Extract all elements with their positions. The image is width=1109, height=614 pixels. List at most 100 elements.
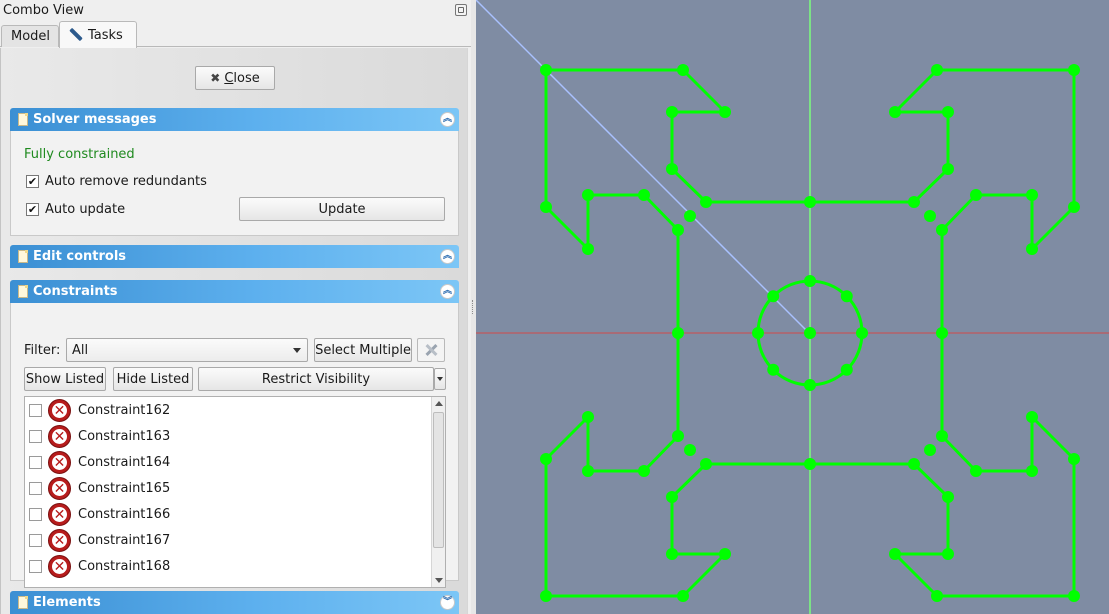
list-item[interactable]: ✕ Constraint162 xyxy=(25,398,429,424)
show-listed-button[interactable]: Show Listed xyxy=(24,367,106,391)
constraint-checkbox[interactable] xyxy=(29,404,42,417)
sketch-vertex[interactable] xyxy=(1026,465,1038,477)
restrict-visibility-button[interactable]: Restrict Visibility xyxy=(198,367,434,391)
sketch-vertex[interactable] xyxy=(677,64,689,76)
sketch-vertex[interactable] xyxy=(1026,411,1038,423)
sketch-vertex[interactable] xyxy=(936,430,948,442)
auto-update-row[interactable]: ✔ Auto update xyxy=(26,202,125,217)
sketch-vertex[interactable] xyxy=(942,548,954,560)
constraint-checkbox[interactable] xyxy=(29,508,42,521)
sketch-vertex[interactable] xyxy=(924,210,936,222)
sketch-vertex[interactable] xyxy=(672,224,684,236)
list-item[interactable]: ✕ Constraint167 xyxy=(25,528,429,554)
scroll-up-icon[interactable] xyxy=(435,401,443,406)
auto-remove-redundants-row[interactable]: ✔ Auto remove redundants xyxy=(26,174,207,189)
sketch-vertex[interactable] xyxy=(582,189,594,201)
sketch-edge[interactable] xyxy=(808,68,1076,204)
constraint-checkbox[interactable] xyxy=(29,482,42,495)
select-multiple-button[interactable]: Select Multiple xyxy=(314,338,412,362)
sketch-vertex[interactable] xyxy=(908,196,920,208)
settings-button[interactable] xyxy=(417,338,445,362)
sketch-vertex[interactable] xyxy=(931,590,943,602)
sketch-vertex[interactable] xyxy=(582,411,594,423)
constraint-checkbox[interactable] xyxy=(29,560,42,573)
sketch-vertex[interactable] xyxy=(666,163,678,175)
sketch-vertex[interactable] xyxy=(804,196,816,208)
sketch-vertex[interactable] xyxy=(936,224,948,236)
sketch-vertex[interactable] xyxy=(767,363,780,376)
constraint-checkbox[interactable] xyxy=(29,534,42,547)
sketch-vertex[interactable] xyxy=(1026,243,1038,255)
sketch-vertex[interactable] xyxy=(840,363,853,376)
close-button[interactable]: ✖ Close xyxy=(195,66,275,90)
restrict-visibility-dropdown[interactable] xyxy=(434,368,446,390)
sketch-canvas[interactable] xyxy=(476,0,1109,614)
sketch-vertex[interactable] xyxy=(942,163,954,175)
splitter-grip[interactable] xyxy=(472,300,475,314)
sketch-vertex[interactable] xyxy=(804,379,816,391)
list-item[interactable]: ✕ Constraint163 xyxy=(25,424,429,450)
auto-remove-redundants-checkbox[interactable]: ✔ xyxy=(26,175,39,188)
sketch-edge[interactable] xyxy=(544,331,680,598)
sketch-edge[interactable] xyxy=(940,68,1076,335)
collapse-icon[interactable]: ︽ xyxy=(440,284,455,299)
sketch-edge[interactable] xyxy=(544,68,680,335)
hide-listed-button[interactable]: Hide Listed xyxy=(113,367,193,391)
solver-messages-header[interactable]: Solver messages ︽ xyxy=(10,108,459,131)
sketch-vertex[interactable] xyxy=(931,64,943,76)
sketch-vertex[interactable] xyxy=(684,210,696,222)
sketch-vertex[interactable] xyxy=(719,548,731,560)
scroll-down-icon[interactable] xyxy=(435,578,443,583)
sketch-vertex[interactable] xyxy=(1026,189,1038,201)
sketch-vertex[interactable] xyxy=(804,458,816,470)
sketch-vertex[interactable] xyxy=(666,548,678,560)
elements-header[interactable]: Elements ︾ xyxy=(10,591,459,614)
sketch-vertex[interactable] xyxy=(942,491,954,503)
collapse-icon[interactable]: ︽ xyxy=(440,249,455,264)
sketch-vertex[interactable] xyxy=(767,290,780,303)
sketch-vertex[interactable] xyxy=(540,201,552,213)
constraint-checkbox[interactable] xyxy=(29,430,42,443)
sketch-vertex[interactable] xyxy=(936,327,948,339)
edit-controls-header[interactable]: Edit controls ︽ xyxy=(10,245,459,268)
constraints-header[interactable]: Constraints ︽ xyxy=(10,280,459,303)
sketch-edge[interactable] xyxy=(544,68,812,204)
constraint-checkbox[interactable] xyxy=(29,456,42,469)
list-item[interactable]: ✕ Constraint166 xyxy=(25,502,429,528)
sketch-vertex[interactable] xyxy=(672,327,684,339)
list-item[interactable]: ✕ Constraint168 xyxy=(25,554,429,580)
sketch-vertex[interactable] xyxy=(924,444,936,456)
3d-view[interactable] xyxy=(476,0,1109,614)
sketch-vertex[interactable] xyxy=(908,458,920,470)
sketch-vertex[interactable] xyxy=(942,106,954,118)
sketch-vertex[interactable] xyxy=(672,430,684,442)
tab-model[interactable]: Model xyxy=(1,25,59,47)
list-scrollbar[interactable] xyxy=(431,397,445,587)
sketch-center-point[interactable] xyxy=(804,327,816,339)
filter-select[interactable]: All xyxy=(66,338,308,362)
sketch-vertex[interactable] xyxy=(684,444,696,456)
sketch-vertex[interactable] xyxy=(889,548,901,560)
sketch-edge[interactable] xyxy=(808,462,1076,598)
sketch-vertex[interactable] xyxy=(970,189,982,201)
sketch-vertex[interactable] xyxy=(1068,201,1080,213)
auto-update-checkbox[interactable]: ✔ xyxy=(26,203,39,216)
sketch-edge[interactable] xyxy=(940,331,1076,598)
sketch-vertex[interactable] xyxy=(700,196,712,208)
list-item[interactable]: ✕ Constraint165 xyxy=(25,476,429,502)
sketch-vertex[interactable] xyxy=(970,465,982,477)
sketch-vertex[interactable] xyxy=(840,290,853,303)
sketch-vertex[interactable] xyxy=(719,106,731,118)
sketch-vertex[interactable] xyxy=(1068,453,1080,465)
sketch-edge[interactable] xyxy=(544,462,812,598)
collapse-icon[interactable]: ︽ xyxy=(440,112,455,127)
sketch-vertex[interactable] xyxy=(638,189,650,201)
sketch-vertex[interactable] xyxy=(666,491,678,503)
sketch-vertex[interactable] xyxy=(638,465,650,477)
expand-icon[interactable]: ︾ xyxy=(440,595,455,610)
sketch-vertex[interactable] xyxy=(856,327,868,339)
sketch-vertex[interactable] xyxy=(540,453,552,465)
list-item[interactable]: ✕ Constraint164 xyxy=(25,450,429,476)
scroll-thumb[interactable] xyxy=(433,412,444,548)
sketch-vertex[interactable] xyxy=(677,590,689,602)
